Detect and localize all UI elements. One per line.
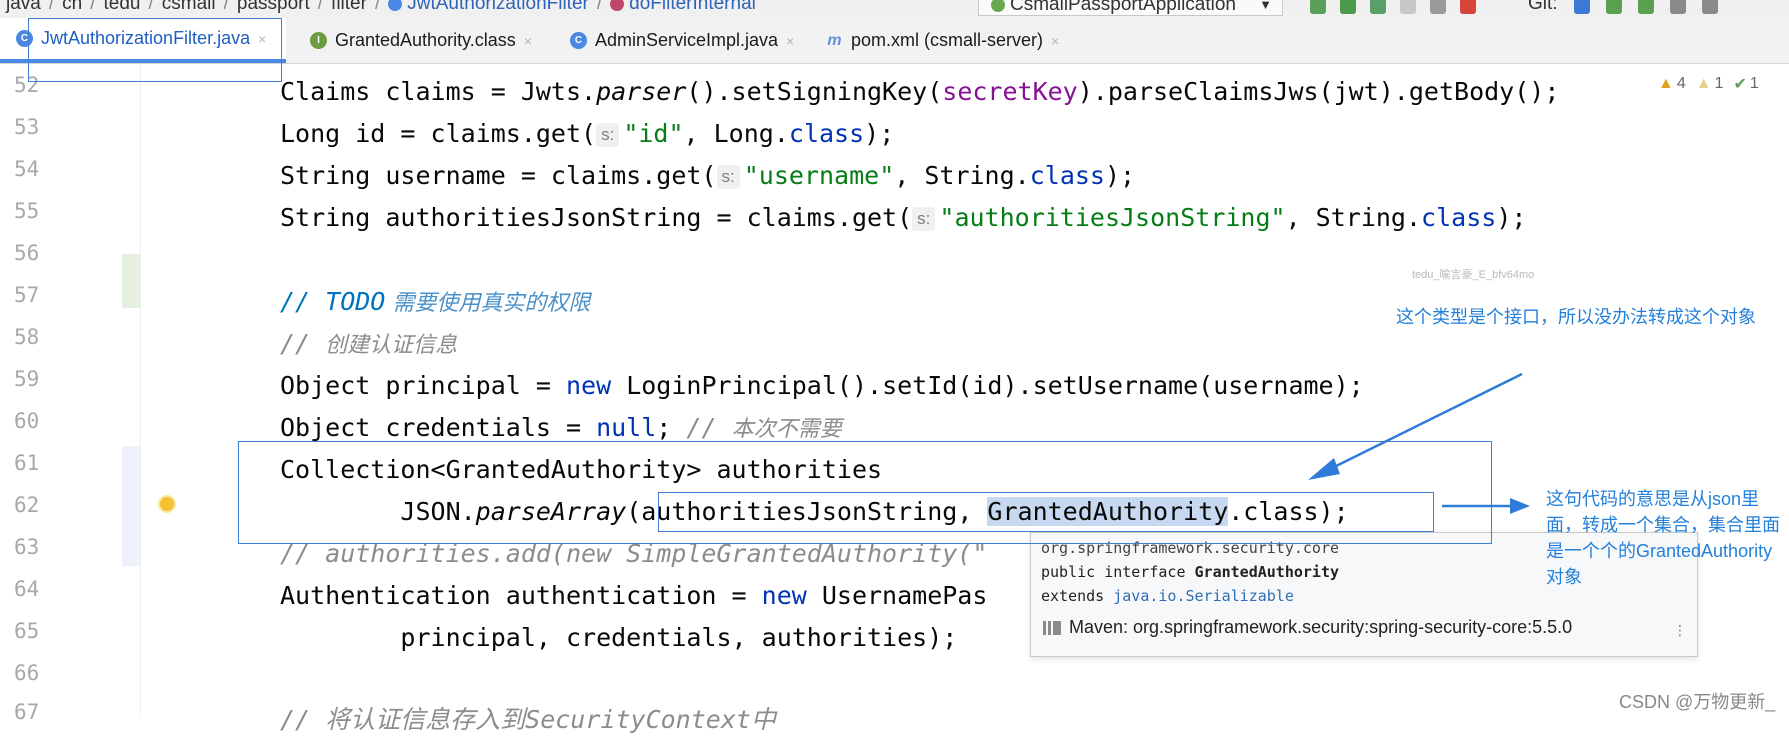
csdn-watermark: CSDN @万物更新_ [1619, 692, 1776, 712]
arrow-head [1308, 458, 1340, 480]
arrow-to-interface [1319, 372, 1523, 476]
arrow-head [1510, 498, 1530, 514]
annotation-note-explanation: 这句代码的意思是从json里面，转成一个集合，集合里面是一个个的GrantedA… [1546, 489, 1780, 587]
watermark: tedu_喻言豪_E_bfv64mo [1412, 269, 1535, 281]
annotation-note-interface: 这个类型是个接口，所以没办法转成这个对象 [1396, 307, 1756, 327]
annotation-arrows [1308, 372, 1530, 514]
